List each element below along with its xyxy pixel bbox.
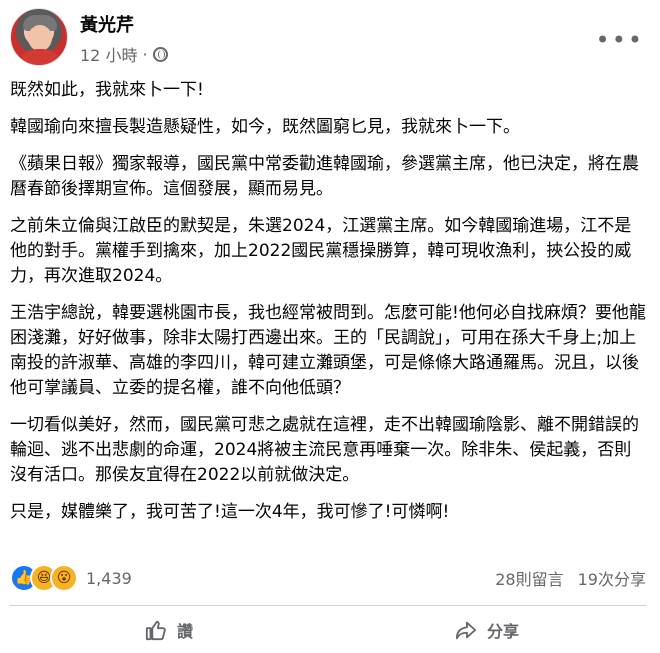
avatar[interactable]	[10, 8, 68, 66]
post-paragraph: 一切看似美好，然而，國民黨可悲之處就在這裡，走不出韓國瑜陰影、離不開錯誤的輪迴、…	[10, 415, 639, 485]
more-options-icon[interactable]: •••	[596, 26, 644, 54]
wow-reaction-icon[interactable]: 😮	[50, 564, 78, 592]
post-paragraph: 《蘋果日報》獨家報導，國民黨中常委勸進韓國瑜，參選黨主席，他已決定，將在農曆春節…	[10, 154, 639, 199]
post-header: 黃光芹 12 小時 · •••	[10, 8, 650, 68]
post-paragraph: 之前朱立倫與江啟臣的默契是，朱選2024，江選黨主席。如今韓國瑜進場，江不是他的…	[10, 216, 632, 286]
engagement-stats: 28則留言 19次分享	[495, 566, 646, 590]
share-label: 分享	[486, 622, 519, 641]
post-actions: 讚 分享	[10, 610, 646, 650]
comment-count[interactable]: 28則留言	[495, 566, 563, 590]
post-paragraph: 只是，媒體樂了，我可苦了!這一次4年，我可慘了!可憐啊!	[10, 502, 450, 522]
like-label: 讚	[176, 622, 193, 641]
meta-separator: ·	[142, 44, 148, 64]
like-button[interactable]: 讚	[10, 610, 328, 650]
globe-icon[interactable]	[152, 46, 168, 62]
share-button[interactable]: 分享	[328, 610, 646, 650]
post-paragraph: 王浩宇總說，韓要選桃園市長，我也經常被問到。怎麼可能!他何必自找麻煩？要他龍困淺…	[10, 303, 646, 398]
post-paragraph: 韓國瑜向來擅長製造懸疑性，如今，既然圖窮匕見，我就來卜一下。	[10, 117, 520, 137]
divider	[10, 605, 646, 606]
share-arrow-icon	[455, 621, 477, 640]
post-time[interactable]: 12 小時	[80, 42, 137, 66]
thumbs-up-icon	[145, 620, 166, 641]
avatar-shirt	[17, 49, 63, 65]
share-count[interactable]: 19次分享	[578, 566, 646, 590]
post-body: 既然如此，我就來卜一下! 韓國瑜向來擅長製造懸疑性，如今，既然圖窮匕見，我就來卜…	[10, 78, 648, 537]
post-paragraph: 既然如此，我就來卜一下!	[10, 80, 204, 100]
post-meta: 12 小時 ·	[80, 42, 168, 66]
author-name[interactable]: 黃光芹	[80, 11, 134, 37]
avatar-face	[28, 25, 52, 51]
reactions-bar: 👍 😆 😮 1,439 28則留言 19次分享	[10, 564, 646, 592]
reaction-count[interactable]: 1,439	[86, 569, 132, 588]
